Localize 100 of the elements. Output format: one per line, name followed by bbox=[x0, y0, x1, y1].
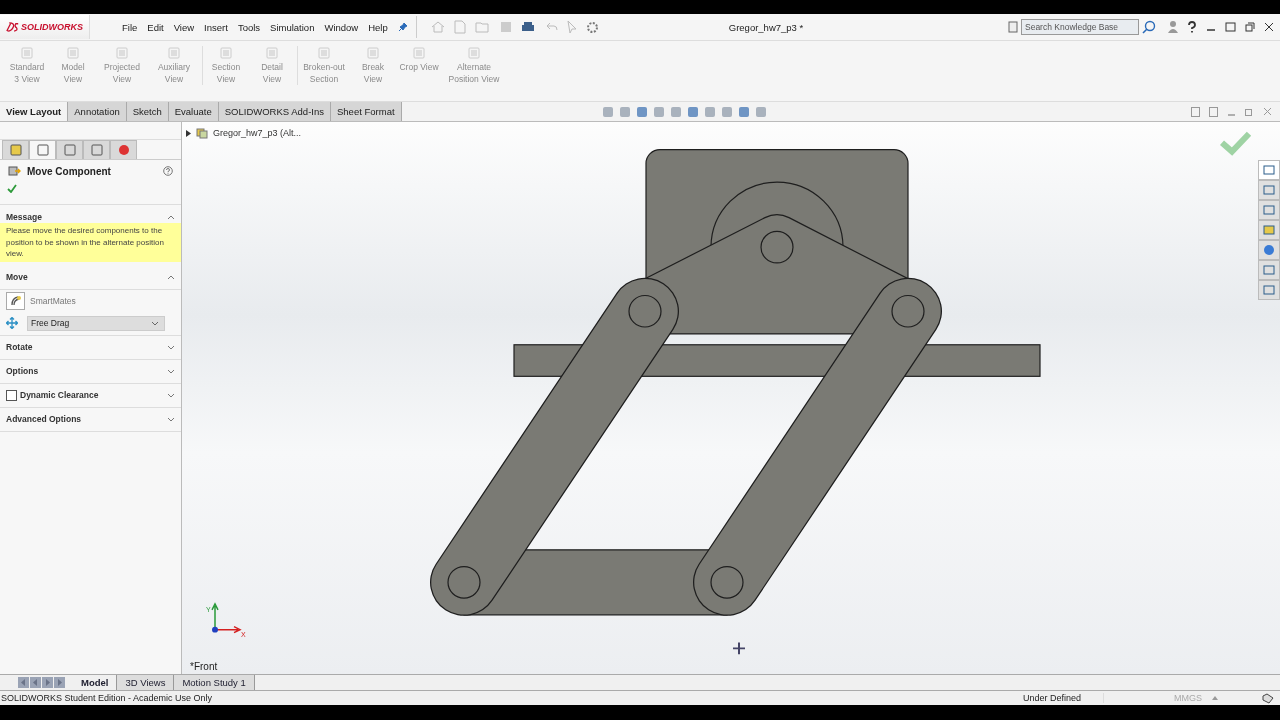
view-tool-icon[interactable] bbox=[669, 105, 682, 118]
panel-tab[interactable] bbox=[29, 140, 56, 159]
move-arrows-icon bbox=[6, 317, 18, 329]
view-icon bbox=[265, 46, 279, 60]
close-icon[interactable] bbox=[1264, 22, 1274, 32]
smartmates-button[interactable] bbox=[6, 291, 25, 310]
ribbon-tab[interactable]: Sketch bbox=[126, 102, 169, 121]
ribbon-tab[interactable]: Evaluate bbox=[168, 102, 219, 121]
task-pane-tab[interactable] bbox=[1258, 200, 1280, 220]
view-tool-icon[interactable] bbox=[703, 105, 716, 118]
view-icon bbox=[317, 46, 331, 60]
expand-icon[interactable] bbox=[167, 392, 175, 398]
panel-tab[interactable] bbox=[56, 140, 83, 159]
restore-icon[interactable] bbox=[1225, 22, 1236, 32]
status-text: SOLIDWORKS Student Edition - Academic Use Only bbox=[1, 693, 213, 703]
view-icon bbox=[412, 46, 426, 60]
units-caret-icon[interactable] bbox=[1212, 696, 1218, 700]
view-tool-icon[interactable] bbox=[686, 105, 699, 118]
ribbon-tab[interactable]: Annotation bbox=[68, 102, 127, 121]
book-icon bbox=[1008, 21, 1018, 33]
view-tool-icon[interactable] bbox=[737, 105, 750, 118]
task-pane-tab[interactable] bbox=[1258, 220, 1280, 240]
collapse-icon[interactable] bbox=[167, 274, 175, 280]
view-tool-icon[interactable] bbox=[754, 105, 767, 118]
section-heading: Advanced Options bbox=[6, 414, 82, 424]
tile-left-icon[interactable] bbox=[1191, 106, 1200, 117]
app-logo[interactable]: SOLIDWORKS bbox=[0, 15, 90, 39]
bottom-tab[interactable]: 3D Views bbox=[117, 675, 175, 690]
expand-icon[interactable] bbox=[167, 416, 175, 422]
task-pane-tab[interactable] bbox=[1258, 260, 1280, 280]
view-tool-icon[interactable] bbox=[720, 105, 733, 118]
menu-item[interactable]: Tools bbox=[237, 21, 261, 33]
menu-item[interactable]: Insert bbox=[204, 21, 228, 33]
axis-triad-icon bbox=[211, 602, 242, 634]
menu-item[interactable]: Help bbox=[368, 21, 388, 33]
confirm-check-icon[interactable] bbox=[1220, 131, 1252, 156]
checkbox[interactable] bbox=[6, 389, 17, 401]
menu-item[interactable]: View bbox=[173, 21, 195, 33]
task-pane-tab[interactable] bbox=[1258, 160, 1280, 180]
maximize-icon[interactable] bbox=[1245, 22, 1255, 32]
panel-tab[interactable] bbox=[110, 140, 137, 159]
ribbon-tab[interactable]: Sheet Format bbox=[331, 102, 402, 121]
smartmates-label: SmartMates bbox=[30, 295, 76, 306]
status-state: Under Defined bbox=[1022, 693, 1104, 703]
task-pane-tab[interactable] bbox=[1258, 180, 1280, 200]
view-tool-icon[interactable] bbox=[652, 105, 665, 118]
view-icon bbox=[219, 46, 233, 60]
help-icon[interactable] bbox=[1187, 21, 1197, 33]
message-text: Please move the desired components to the position to be shown in the alternate position view. bbox=[0, 223, 181, 262]
panel-tab-icon bbox=[117, 144, 130, 156]
task-pane-icon bbox=[1263, 264, 1275, 276]
tile-right-icon[interactable] bbox=[1209, 106, 1218, 117]
task-pane-icon bbox=[1263, 184, 1275, 196]
task-pane-tab[interactable] bbox=[1258, 280, 1280, 300]
section-heading: Options bbox=[6, 366, 39, 376]
task-pane-icon bbox=[1263, 204, 1275, 216]
cursor-icon[interactable] bbox=[566, 20, 577, 34]
home-icon[interactable] bbox=[430, 21, 445, 33]
options-icon[interactable] bbox=[585, 20, 599, 34]
panel-tab-icon bbox=[9, 144, 22, 156]
move-cursor-icon bbox=[732, 641, 746, 656]
panel-tab-icon bbox=[90, 144, 103, 156]
menu-item[interactable]: File bbox=[122, 21, 138, 33]
view-icon bbox=[115, 46, 129, 60]
save-icon[interactable] bbox=[499, 21, 512, 33]
new-document-icon[interactable] bbox=[453, 20, 466, 34]
open-folder-icon[interactable] bbox=[474, 21, 491, 33]
print-icon[interactable] bbox=[520, 21, 535, 33]
ribbon-tab[interactable]: SOLIDWORKS Add-Ins bbox=[218, 102, 331, 121]
view-icon bbox=[20, 46, 34, 60]
search-icon[interactable] bbox=[1142, 20, 1156, 34]
tree-item[interactable]: Gregor_hw7_p3 (Alt... bbox=[213, 128, 302, 138]
view-tool-icon[interactable] bbox=[635, 105, 648, 118]
pin-icon[interactable] bbox=[397, 22, 408, 32]
restore-icon[interactable] bbox=[1245, 106, 1254, 117]
expand-arrow-icon[interactable] bbox=[186, 129, 191, 137]
expand-icon[interactable] bbox=[167, 344, 175, 350]
view-icon bbox=[366, 46, 380, 60]
assembly-icon bbox=[196, 127, 208, 139]
panel-tab-icon bbox=[36, 144, 49, 156]
menu-item[interactable]: Edit bbox=[147, 21, 164, 33]
search-field[interactable]: Search Knowledge Base bbox=[1021, 19, 1139, 35]
logo-icon bbox=[6, 20, 19, 34]
panel-title: Move Component bbox=[27, 165, 112, 177]
menu-item[interactable]: Simulation bbox=[270, 21, 315, 33]
ok-check-icon[interactable] bbox=[7, 184, 17, 193]
task-pane-tab[interactable] bbox=[1258, 240, 1280, 260]
menu-item[interactable]: Window bbox=[324, 21, 359, 33]
move-mode-dropdown[interactable]: Free Drag bbox=[27, 315, 165, 331]
user-icon[interactable] bbox=[1168, 20, 1178, 34]
expand-icon[interactable] bbox=[167, 368, 175, 374]
document-title: Gregor_hw7_p3 * bbox=[728, 21, 804, 33]
panel-tab[interactable] bbox=[2, 140, 29, 159]
view-tool-icon[interactable] bbox=[601, 105, 614, 118]
view-icon bbox=[66, 46, 80, 60]
bottom-tab[interactable]: Motion Study 1 bbox=[174, 675, 255, 690]
collapse-icon[interactable] bbox=[167, 213, 175, 220]
panel-tab[interactable] bbox=[83, 140, 110, 159]
view-tool-icon[interactable] bbox=[618, 105, 631, 118]
smartmates-icon bbox=[9, 294, 22, 307]
